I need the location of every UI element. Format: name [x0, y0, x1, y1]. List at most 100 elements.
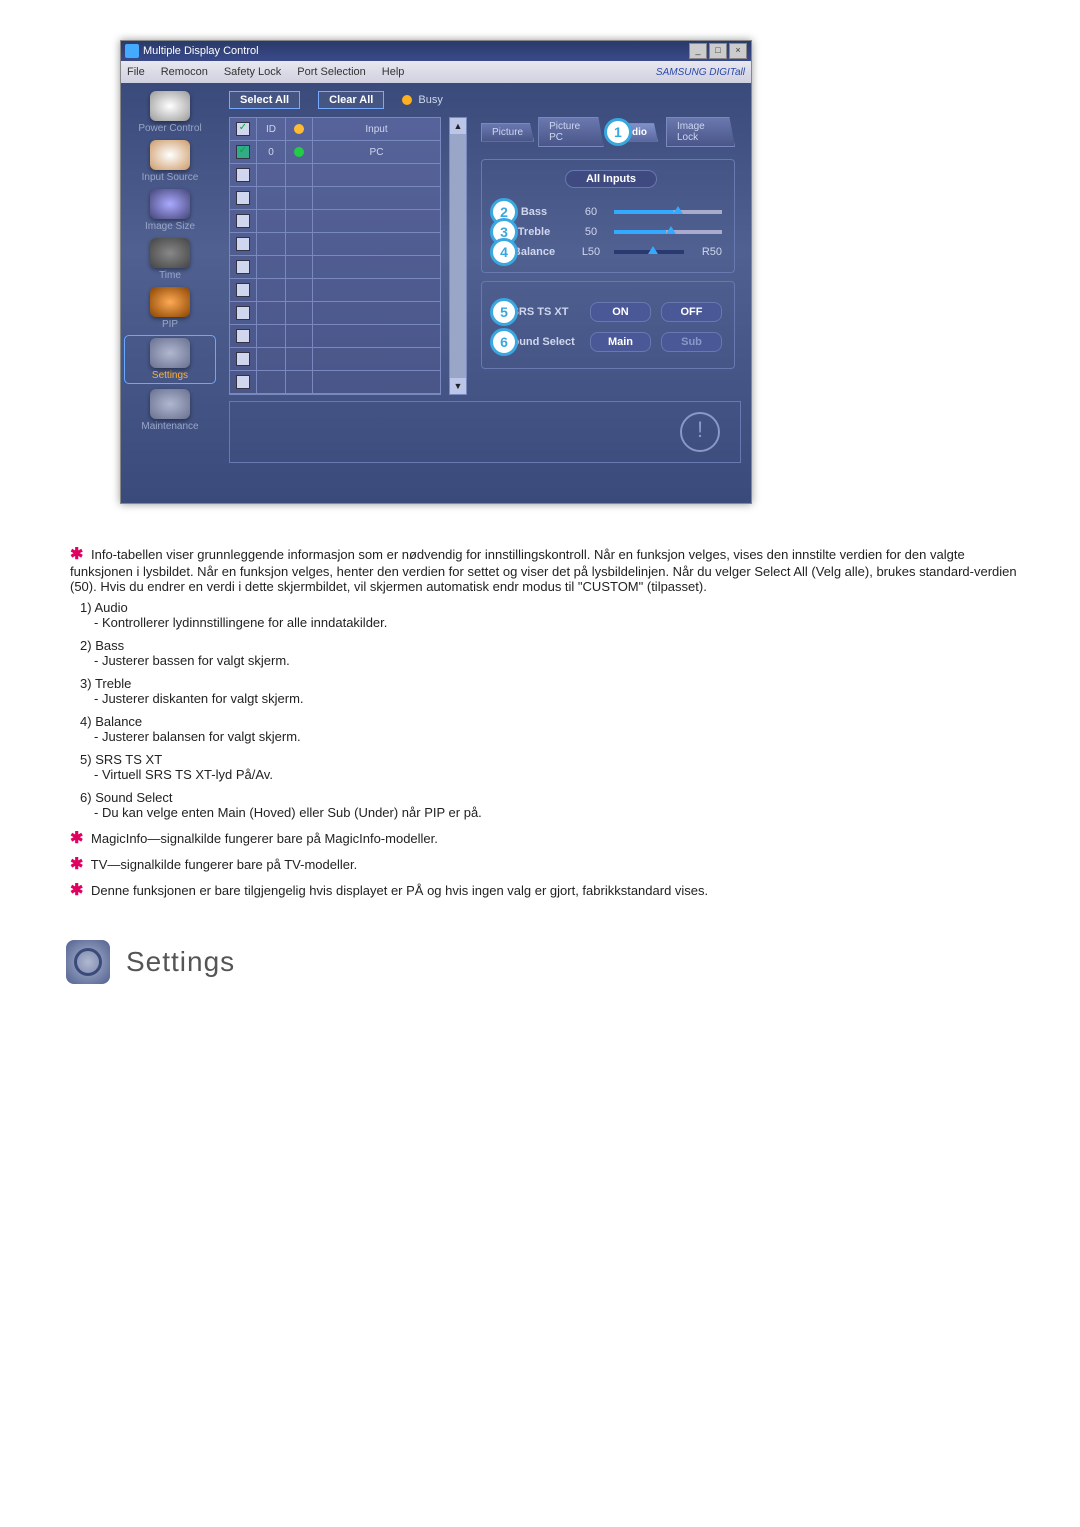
image-size-icon	[150, 189, 190, 219]
table-row[interactable]	[230, 256, 440, 279]
input-source-icon	[150, 140, 190, 170]
display-grid: ID Input 0 PC	[229, 117, 441, 395]
time-icon	[150, 238, 190, 268]
row-checkbox[interactable]	[236, 260, 250, 274]
menu-file[interactable]: File	[127, 66, 145, 78]
row-id: 0	[257, 141, 286, 163]
header-checkbox-icon[interactable]	[236, 122, 250, 136]
menubar: File Remocon Safety Lock Port Selection …	[121, 61, 751, 83]
header-id: ID	[257, 118, 286, 140]
tab-image-lock[interactable]: Image Lock	[666, 117, 735, 147]
menu-port-selection[interactable]: Port Selection	[297, 66, 365, 78]
sidebar-item-power-control[interactable]: Power Control	[125, 91, 215, 134]
settings-panel: Picture Picture PC Audio 1 Image Lock Al…	[475, 117, 741, 395]
slider-thumb-icon[interactable]	[673, 206, 683, 214]
busy-indicator: Busy	[402, 94, 442, 106]
table-row[interactable]	[230, 302, 440, 325]
balance-slider[interactable]	[614, 250, 684, 254]
sidebar-item-pip[interactable]: PIP	[125, 287, 215, 330]
scroll-up-icon[interactable]: ▲	[450, 118, 466, 134]
clear-all-button[interactable]: Clear All	[318, 91, 384, 109]
star-icon: ✱	[70, 830, 83, 847]
treble-slider[interactable]	[614, 230, 722, 234]
table-row[interactable]	[230, 348, 440, 371]
table-row[interactable]	[230, 187, 440, 210]
maximize-button[interactable]: □	[709, 43, 727, 59]
table-row[interactable]	[230, 233, 440, 256]
treble-value: 50	[576, 226, 606, 238]
row-checkbox[interactable]	[236, 168, 250, 182]
row-checkbox[interactable]	[236, 375, 250, 389]
note-line: ✱ Denne funksjonen er bare tilgjengelig …	[70, 880, 1020, 900]
sound-sub-button[interactable]: Sub	[661, 332, 722, 352]
tab-picture[interactable]: Picture	[481, 123, 534, 142]
row-checkbox[interactable]	[236, 191, 250, 205]
grid-scrollbar[interactable]: ▲ ▼	[449, 117, 467, 395]
row-input: PC	[313, 147, 440, 158]
maintenance-icon	[150, 389, 190, 419]
list-item: 6) Sound Select - Du kan velge enten Mai…	[80, 790, 1020, 820]
row-checkbox[interactable]	[236, 237, 250, 251]
srs-on-button[interactable]: ON	[590, 302, 651, 322]
sidebar-item-input-source[interactable]: Input Source	[125, 140, 215, 183]
header-input: Input	[313, 124, 440, 135]
row-checkbox[interactable]	[236, 306, 250, 320]
sidebar-item-image-size[interactable]: Image Size	[125, 189, 215, 232]
table-row[interactable]	[230, 325, 440, 348]
table-row[interactable]	[230, 279, 440, 302]
titlebar: Multiple Display Control _ □ ×	[121, 41, 751, 61]
list-item: 3) Treble - Justerer diskanten for valgt…	[80, 676, 1020, 706]
window-title: Multiple Display Control	[143, 45, 259, 57]
row-status-icon	[294, 147, 304, 157]
row-checkbox[interactable]	[236, 352, 250, 366]
list-item: 2) Bass - Justerer bassen for valgt skje…	[80, 638, 1020, 668]
menu-help[interactable]: Help	[382, 66, 405, 78]
star-icon: ✱	[70, 546, 83, 563]
row-checkbox[interactable]	[236, 145, 250, 159]
settings-section-header: Settings	[66, 940, 1020, 984]
slider-thumb-icon[interactable]	[666, 226, 676, 234]
brand-label: SAMSUNG DIGITall	[656, 67, 745, 78]
row-checkbox[interactable]	[236, 214, 250, 228]
header-status-icon	[294, 124, 304, 134]
callout-badge-1: 1	[604, 118, 632, 146]
table-row[interactable]	[230, 371, 440, 394]
sidebar: Power Control Input Source Image Size Ti…	[121, 83, 219, 503]
intro-block: ✱ Info-tabellen viser grunnleggende info…	[70, 544, 1020, 594]
audio-sliders-frame: All Inputs 2 Bass 60 3 Treble 50	[481, 159, 735, 273]
sidebar-item-maintenance[interactable]: Maintenance	[125, 389, 215, 432]
sound-main-button[interactable]: Main	[590, 332, 651, 352]
audio-buttons-frame: 5 SRS TS XT ON OFF 6 Sound Select Main S…	[481, 281, 735, 369]
menu-safety-lock[interactable]: Safety Lock	[224, 66, 281, 78]
tab-picture-pc[interactable]: Picture PC	[538, 117, 604, 147]
scroll-down-icon[interactable]: ▼	[450, 378, 466, 394]
note-line: ✱ MagicInfo—signalkilde fungerer bare på…	[70, 828, 1020, 848]
sidebar-item-time[interactable]: Time	[125, 238, 215, 281]
sound-select-row: 6 Sound Select Main Sub	[500, 332, 722, 352]
bass-value: 60	[576, 206, 606, 218]
row-checkbox[interactable]	[236, 329, 250, 343]
balance-right: R50	[692, 246, 722, 258]
settings-section-title: Settings	[126, 946, 235, 978]
list-item: 4) Balance - Justerer balansen for valgt…	[80, 714, 1020, 744]
row-checkbox[interactable]	[236, 283, 250, 297]
star-icon: ✱	[70, 882, 83, 899]
sidebar-item-settings[interactable]: Settings	[125, 336, 215, 383]
settings-icon	[150, 338, 190, 368]
treble-row: 3 Treble 50	[500, 226, 722, 238]
list-item: 5) SRS TS XT - Virtuell SRS TS XT-lyd På…	[80, 752, 1020, 782]
bass-row: 2 Bass 60	[500, 206, 722, 218]
table-row[interactable]: 0 PC	[230, 141, 440, 164]
slider-thumb-icon[interactable]	[648, 246, 658, 254]
all-inputs-pill[interactable]: All Inputs	[565, 170, 657, 188]
select-all-button[interactable]: Select All	[229, 91, 300, 109]
close-button[interactable]: ×	[729, 43, 747, 59]
menu-remocon[interactable]: Remocon	[161, 66, 208, 78]
srs-off-button[interactable]: OFF	[661, 302, 722, 322]
minimize-button[interactable]: _	[689, 43, 707, 59]
app-icon	[125, 44, 139, 58]
bass-slider[interactable]	[614, 210, 722, 214]
table-row[interactable]	[230, 210, 440, 233]
balance-left: L50	[576, 246, 606, 258]
table-row[interactable]	[230, 164, 440, 187]
